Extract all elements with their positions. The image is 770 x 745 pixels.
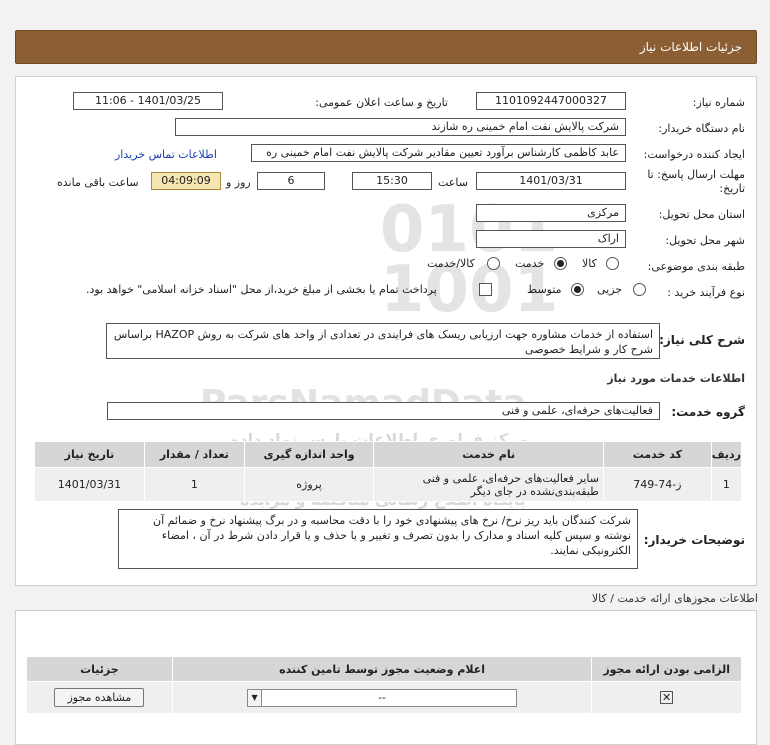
need-number-field[interactable]: 1101092447000327: [476, 92, 626, 110]
buyer-org-label: نام دستگاه خریدار:: [658, 122, 745, 135]
requester-field[interactable]: عابد کاظمی کارشناس برآورد تعیین مقادیر ش…: [251, 144, 626, 162]
permits-section-title: اطلاعات مجوزهای ارائه خدمت / کالا: [591, 592, 758, 605]
purchase-type-label: نوع فرآیند خرید :: [667, 286, 745, 299]
table-row: ✕ ▼ -- مشاهده مجوز: [26, 681, 742, 714]
cell-status: ▼ --: [171, 681, 593, 714]
deadline-time-label: ساعت: [438, 176, 468, 189]
cell-unit: پروژه: [243, 467, 375, 502]
category-label: طبقه بندی موضوعی:: [647, 260, 745, 273]
remaining-time-label: ساعت باقی مانده: [57, 176, 139, 189]
province-field[interactable]: مرکزی: [476, 204, 626, 222]
purchase-radio-minor[interactable]: [633, 283, 646, 296]
services-table-header: ردیف کد خدمت نام خدمت واحد اندازه گیری ت…: [34, 441, 743, 468]
cell-date: 1401/03/31: [34, 467, 145, 502]
required-checkbox: ✕: [660, 691, 674, 704]
cell-code: ز-74-749: [602, 467, 712, 502]
deadline-label: مهلت ارسال پاسخ: تا: [647, 168, 745, 181]
permits-table-header: الزامی بودن ارائه مجوز اعلام وضعیت مجوز …: [26, 656, 742, 682]
purchase-radio-medium[interactable]: [571, 283, 584, 296]
services-section-title: اطلاعات خدمات مورد نیاز: [607, 372, 745, 385]
buyer-notes-label: توضیحات خریدار:: [643, 533, 745, 547]
cell-row: 1: [710, 467, 743, 502]
city-label: شهر محل تحویل:: [665, 234, 745, 247]
category-radio-goods-service[interactable]: [487, 257, 500, 270]
cell-required: ✕: [591, 681, 742, 714]
col-row: ردیف: [710, 441, 743, 468]
cell-name: سایر فعالیت‌های حرفه‌ای، علمی و فنی طبقه…: [373, 467, 604, 502]
deadline-time-field[interactable]: 15:30: [352, 172, 432, 190]
page-header: جزئیات اطلاعات نیاز: [15, 30, 757, 64]
permits-table: الزامی بودن ارائه مجوز اعلام وضعیت مجوز …: [26, 656, 742, 714]
table-row: 1 ز-74-749 سایر فعالیت‌های حرفه‌ای، علمی…: [34, 467, 743, 502]
purchase-option-minor: جزیی: [597, 283, 623, 296]
view-permit-button[interactable]: مشاهده مجوز: [54, 688, 145, 707]
need-number-label: شماره نیاز:: [692, 96, 745, 109]
description-text: استفاده از خدمات مشاوره جهت ارزیابی ریسک…: [106, 323, 660, 359]
category-option-goods: کالا: [582, 257, 597, 270]
category-radio-service[interactable]: [554, 257, 567, 270]
deadline-days-label: روز و: [226, 176, 251, 189]
description-label: شرح کلی نیاز:: [659, 333, 745, 347]
deadline-date-field[interactable]: 1401/03/31: [476, 172, 626, 190]
category-option-goods-service: کالا/خدمت: [427, 257, 475, 270]
buyer-org-field[interactable]: شرکت پالایش نفت امام خمینی ره شازند: [175, 118, 626, 136]
col-date: تاریخ نیاز: [34, 441, 145, 468]
category-radio-goods[interactable]: [606, 257, 619, 270]
remaining-time-field: 04:09:09: [151, 172, 221, 190]
buyer-notes-text: شرکت کنندگان باید ریز نرخ/ نرخ های پیشنه…: [118, 509, 638, 569]
col-qty: تعداد / مقدار: [143, 441, 245, 468]
cell-details: مشاهده مجوز: [26, 681, 173, 714]
service-group-field[interactable]: فعالیت‌های حرفه‌ای، علمی و فنی: [107, 402, 660, 420]
city-field[interactable]: اراک: [476, 230, 626, 248]
service-group-label: گروه خدمت:: [671, 405, 745, 419]
province-label: استان محل تحویل:: [658, 208, 745, 221]
treasury-checkbox[interactable]: [479, 283, 492, 296]
col-unit: واحد اندازه گیری: [243, 441, 375, 468]
deadline-days-field[interactable]: 6: [257, 172, 325, 190]
col-status: اعلام وضعیت مجوز توسط تامین کننده: [171, 656, 593, 682]
col-name: نام خدمت: [373, 441, 604, 468]
announce-date-label: تاریخ و ساعت اعلان عمومی:: [315, 96, 448, 109]
purchase-option-medium: متوسط: [527, 283, 562, 296]
permit-status-select[interactable]: ▼ --: [247, 688, 518, 707]
col-code: کد خدمت: [602, 441, 712, 468]
buyer-contact-link[interactable]: اطلاعات تماس خریدار: [115, 148, 217, 161]
page-title: جزئیات اطلاعات نیاز: [639, 40, 742, 54]
col-details: جزئیات: [26, 656, 173, 682]
category-option-service: خدمت: [515, 257, 545, 270]
services-table: ردیف کد خدمت نام خدمت واحد اندازه گیری ت…: [34, 441, 743, 502]
deadline-label-date: تاریخ:: [719, 182, 745, 195]
col-required: الزامی بودن ارائه مجوز: [591, 656, 742, 682]
chevron-down-icon: ▼: [248, 689, 263, 706]
cell-qty: 1: [143, 467, 245, 502]
permit-status-value: --: [378, 690, 387, 704]
requester-label: ایجاد کننده درخواست:: [643, 148, 745, 161]
treasury-note: پرداخت تمام یا بخشی از مبلغ خرید،از محل …: [86, 283, 437, 296]
announce-date-field[interactable]: 1401/03/25 - 11:06: [73, 92, 223, 110]
